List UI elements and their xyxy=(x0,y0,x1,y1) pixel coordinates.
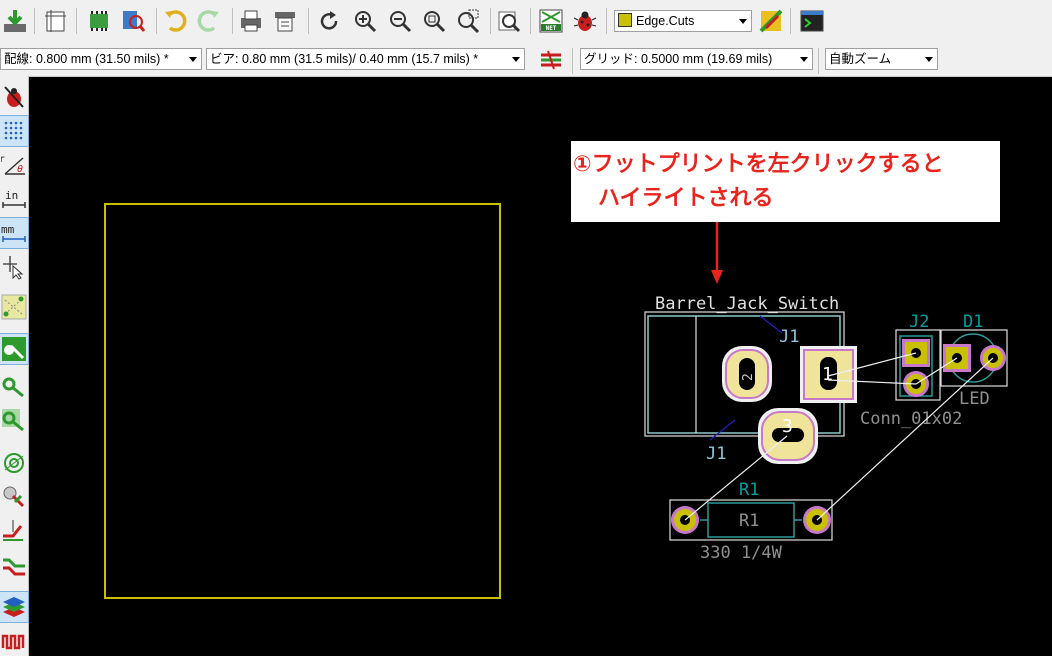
zoom-out-icon[interactable] xyxy=(385,6,415,36)
j1-label: J1 xyxy=(779,327,799,347)
undo-icon[interactable] xyxy=(160,6,190,36)
chevron-down-icon xyxy=(512,57,520,62)
footprint-editor-icon[interactable] xyxy=(84,6,114,36)
d1-value: LED xyxy=(959,389,990,409)
svg-text:NET: NET xyxy=(546,25,557,32)
show-zones-icon[interactable] xyxy=(0,333,29,365)
print-icon[interactable] xyxy=(236,6,266,36)
pad-1-number: 1 xyxy=(822,364,833,385)
grid-toggle-icon[interactable] xyxy=(0,115,29,147)
polar-coords-icon[interactable]: rθ xyxy=(0,150,28,180)
via-size-value: ビア: 0.80 mm (31.5 mils)/ 0.40 mm (15.7 m… xyxy=(210,52,479,66)
refresh-icon[interactable] xyxy=(314,6,344,36)
pad-3-number: 3 xyxy=(782,416,793,437)
r1-resistor-footprint[interactable]: R1 R1 330 1/4W xyxy=(669,480,833,563)
pad-sketch-icon[interactable] xyxy=(0,448,28,478)
pad-2-number: 2 xyxy=(741,373,756,381)
options-toolbar: 配線: 0.800 mm (31.50 mils) * ビア: 0.80 mm … xyxy=(0,44,1052,77)
d1-label: D1 xyxy=(963,312,983,332)
show-zone-outline-icon[interactable] xyxy=(0,370,28,400)
layer-pair-icon[interactable] xyxy=(756,6,786,36)
chevron-down-icon xyxy=(739,19,747,24)
svg-text:r: r xyxy=(1,154,5,165)
svg-text:θ: θ xyxy=(17,164,23,175)
annotation-arrow xyxy=(711,222,723,284)
drc-bug-icon[interactable] xyxy=(570,6,600,36)
track-width-select[interactable]: 配線: 0.800 mm (31.50 mils) * xyxy=(0,48,202,70)
j2-label: J2 xyxy=(909,312,929,332)
high-contrast-icon[interactable] xyxy=(0,550,28,580)
annotation-callout: ①フットプリントを左クリックすると ハイライトされる xyxy=(571,141,1000,222)
r1-value: 330 1/4W xyxy=(700,543,783,563)
annotation-line-2: ハイライトされる xyxy=(598,186,774,211)
chevron-down-icon xyxy=(189,57,197,62)
barrel-jack-footprint[interactable]: 2 1 3 Barrel_Jack_Switch J1 J1 xyxy=(644,294,857,464)
redo-icon[interactable] xyxy=(194,6,224,36)
plot-icon[interactable] xyxy=(270,6,300,36)
chevron-down-icon xyxy=(800,57,808,62)
layers-manager-icon[interactable] xyxy=(0,591,29,623)
layer-select-value: Edge.Cuts xyxy=(636,14,695,28)
grid-select[interactable]: グリッド: 0.5000 mm (19.69 mils) xyxy=(580,48,813,70)
cursor-shape-icon[interactable] xyxy=(0,252,28,282)
zoom-in-icon[interactable] xyxy=(350,6,380,36)
layer-color-swatch xyxy=(618,13,632,27)
via-sketch-icon[interactable] xyxy=(0,482,28,512)
zoom-area-icon[interactable] xyxy=(453,6,483,36)
via-size-select[interactable]: ビア: 0.80 mm (31.5 mils)/ 0.40 mm (15.7 m… xyxy=(206,48,525,70)
show-ratsnest-icon[interactable] xyxy=(0,292,28,322)
page-settings-icon[interactable] xyxy=(40,6,70,36)
d1-led-footprint[interactable]: D1 LED xyxy=(940,312,1008,409)
board-outline xyxy=(104,203,501,599)
j2-value: Conn_01x02 xyxy=(860,409,962,429)
show-zone-fill-icon[interactable] xyxy=(0,404,28,434)
pcb-canvas[interactable]: 2 1 3 Barrel_Jack_Switch J1 J1 J2 Conn_0… xyxy=(29,77,1052,656)
mm-units-icon[interactable]: mm xyxy=(0,217,29,249)
j1-bottom-label: J1 xyxy=(706,444,726,464)
track-sketch-icon[interactable] xyxy=(0,516,28,546)
download-icon[interactable] xyxy=(0,6,30,36)
r1-silk-label: R1 xyxy=(739,511,759,531)
left-toolbar: rθ in mm xyxy=(0,76,29,656)
svg-text:mm: mm xyxy=(1,223,15,236)
auto-track-width-icon[interactable] xyxy=(536,45,566,75)
layer-select[interactable]: Edge.Cuts xyxy=(614,10,752,32)
r1-reference: R1 xyxy=(739,480,759,500)
zoom-select[interactable]: 自動ズーム xyxy=(825,48,938,70)
main-toolbar: NET Edge.Cuts xyxy=(0,0,1052,44)
grid-value: グリッド: 0.5000 mm (19.69 mils) xyxy=(584,52,773,66)
svg-text:in: in xyxy=(5,189,18,202)
barrel-jack-reference: Barrel_Jack_Switch xyxy=(655,294,839,314)
footprint-viewer-icon[interactable] xyxy=(118,6,148,36)
chevron-down-icon xyxy=(925,57,933,62)
inch-units-icon[interactable]: in xyxy=(0,184,28,214)
zoom-value: 自動ズーム xyxy=(829,52,892,66)
zoom-fit-icon[interactable] xyxy=(419,6,449,36)
find-icon[interactable] xyxy=(494,6,524,36)
scripting-console-icon[interactable] xyxy=(797,6,827,36)
track-width-value: 配線: 0.800 mm (31.50 mils) * xyxy=(4,52,169,66)
microwave-tools-icon[interactable] xyxy=(0,626,28,656)
drc-off-icon[interactable] xyxy=(0,82,28,112)
netlist-icon[interactable]: NET xyxy=(536,6,566,36)
annotation-line-1: ①フットプリントを左クリックすると xyxy=(573,152,944,177)
